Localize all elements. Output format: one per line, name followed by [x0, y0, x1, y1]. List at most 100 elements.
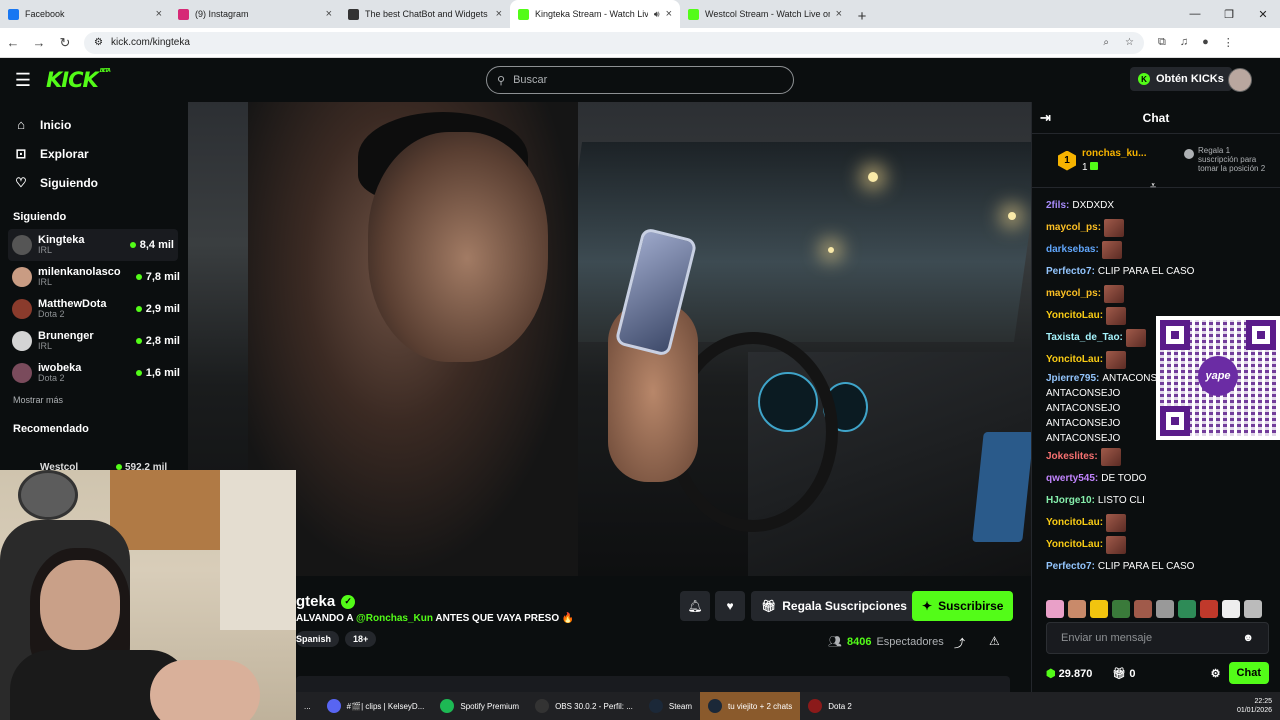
forward-icon[interactable]: → — [26, 35, 52, 50]
show-more-link[interactable]: Mostrar más — [0, 389, 188, 411]
top-gifter[interactable]: ronchas_ku... 1 — [1082, 147, 1146, 175]
hamburger-menu-icon[interactable]: ☰ — [0, 70, 46, 91]
taskbar-item[interactable]: Dota 2 — [800, 692, 860, 720]
follow-button[interactable]: ♥ — [715, 591, 745, 621]
quick-emote-icon[interactable] — [1134, 600, 1152, 618]
followed-channel[interactable]: Brunenger IRL 2,8 mil — [0, 325, 188, 357]
system-clock[interactable]: 22:25 01/01/2026 — [1237, 697, 1280, 715]
browser-tab[interactable]: Westcol Stream - Watch Live on × — [680, 0, 850, 28]
back-icon[interactable]: ← — [0, 35, 26, 50]
chat-username[interactable]: Jokeslites: — [1046, 452, 1098, 462]
chat-username[interactable]: maycol_ps: — [1046, 223, 1101, 233]
chat-username[interactable]: maycol_ps: — [1046, 289, 1101, 299]
quick-emote-icon[interactable] — [1222, 600, 1240, 618]
cabinet — [110, 470, 220, 550]
audio-playing-icon[interactable]: 🔊︎ — [654, 9, 660, 20]
chat-username[interactable]: YoncitoLau: — [1046, 355, 1103, 365]
chat-username[interactable]: Taxista_de_Tao: — [1046, 333, 1123, 343]
taskbar-item[interactable]: Spotify Premium — [432, 692, 527, 720]
gifts-display[interactable]: 🎁︎ 0 — [1112, 667, 1135, 680]
sidebar-nav-inicio[interactable]: ⌂ Inicio — [0, 110, 188, 139]
chat-username[interactable]: Perfecto7: — [1046, 562, 1095, 572]
quick-emote-icon[interactable] — [1090, 600, 1108, 618]
followed-channel[interactable]: MatthewDota Dota 2 2,9 mil — [0, 293, 188, 325]
chat-username[interactable]: YoncitoLau: — [1046, 540, 1103, 550]
chat-username[interactable]: HJorge10: — [1046, 496, 1095, 506]
chat-username[interactable]: Jpierre795: — [1046, 373, 1099, 384]
notifications-button[interactable]: 🔔︎ — [680, 591, 710, 621]
gift-position-hint[interactable]: Regala 1 suscripción para tomar la posic… — [1184, 146, 1270, 173]
get-kicks-button[interactable]: K Obtén KICKs — [1130, 67, 1232, 91]
chat-username[interactable]: Perfecto7: — [1046, 267, 1095, 277]
report-icon[interactable]: ⚠ — [989, 634, 1000, 648]
taskbar-item[interactable]: OBS 30.0.2 - Perfil: ... — [527, 692, 641, 720]
taskbar-item[interactable]: tu viejito + 2 chats — [700, 692, 801, 720]
zoom-icon[interactable]: ⌕ — [1103, 37, 1109, 48]
quick-emote-icon[interactable] — [1200, 600, 1218, 618]
taskbar-item[interactable]: Steam — [641, 692, 700, 720]
chat-username[interactable]: YoncitoLau: — [1046, 311, 1103, 321]
browser-tab[interactable]: Facebook × — [0, 0, 170, 28]
quick-emote-icon[interactable] — [1046, 600, 1064, 618]
quick-emote-icon[interactable] — [1112, 600, 1130, 618]
quick-emote-icon[interactable] — [1068, 600, 1086, 618]
followed-channel[interactable]: milenkanolasco IRL 7,8 mil — [0, 261, 188, 293]
stream-title-mention[interactable]: @Ronchas_Kun — [356, 613, 433, 624]
search-input[interactable]: ⚲ Buscar — [486, 66, 794, 94]
send-chat-button[interactable]: Chat — [1228, 662, 1269, 684]
gift-subs-button[interactable]: 🎁︎ Regala Suscripciones — [751, 591, 917, 621]
subscribe-button[interactable]: ✦ Suscribirse — [912, 591, 1014, 621]
user-avatar[interactable] — [1228, 68, 1252, 92]
menu-icon[interactable]: ⋮ — [1223, 36, 1234, 49]
taskbar-app-icon — [708, 699, 722, 713]
tag-mature[interactable]: 18+ — [345, 631, 377, 647]
chat-settings-icon[interactable]: ⚙ — [1211, 667, 1221, 680]
chat-username[interactable]: YoncitoLau: — [1046, 518, 1103, 528]
taskbar-item[interactable]: #🎬| clips | KelseyD... — [319, 692, 433, 720]
quick-emote-icon[interactable] — [1156, 600, 1174, 618]
profile-icon[interactable]: ● — [1202, 36, 1209, 49]
followed-channel[interactable]: Kingteka IRL 8,4 mil — [8, 229, 178, 261]
close-tab-icon[interactable]: × — [836, 8, 842, 20]
site-info-icon[interactable]: ⚙ — [94, 37, 103, 48]
minimize-icon[interactable]: — — [1178, 0, 1212, 28]
media-icon[interactable]: ♫ — [1180, 36, 1188, 49]
maximize-icon[interactable]: ❐ — [1212, 0, 1246, 28]
close-tab-icon[interactable]: × — [326, 8, 332, 20]
extensions-icon[interactable]: ⧉ — [1158, 36, 1166, 49]
chat-username[interactable]: 2fils: — [1046, 201, 1069, 211]
new-tab-button[interactable]: + — [850, 4, 874, 28]
chat-message-input[interactable]: Enviar un mensaje ☻ — [1046, 622, 1269, 654]
sidebar-nav-siguiendo[interactable]: ♡ Siguiendo — [0, 168, 188, 197]
browser-tab[interactable]: (9) Instagram × — [170, 0, 340, 28]
bookmark-star-icon[interactable]: ☆ — [1125, 37, 1134, 48]
taskbar-app-icon — [808, 699, 823, 713]
followed-channel[interactable]: iwobeka Dota 2 1,6 mil — [0, 357, 188, 389]
close-tab-icon[interactable]: × — [156, 8, 162, 20]
close-window-icon[interactable]: ✕ — [1246, 0, 1280, 28]
browser-tab[interactable]: The best ChatBot and Widgets × — [340, 0, 510, 28]
close-tab-icon[interactable]: × — [496, 8, 502, 20]
search-placeholder: Buscar — [513, 74, 548, 86]
close-tab-icon[interactable]: × — [666, 8, 672, 20]
points-display[interactable]: ⬢ 29.870 — [1046, 667, 1092, 680]
url-field[interactable]: ⚙ kick.com/kingteka ⌕ ☆ — [84, 31, 1144, 54]
sidebar-nav-explorar[interactable]: ⊡ Explorar — [0, 139, 188, 168]
emoji-picker-icon[interactable]: ☻ — [1242, 632, 1254, 644]
tag-language[interactable]: Spanish — [296, 631, 340, 647]
video-player[interactable] — [188, 102, 1031, 576]
expand-pinned-icon[interactable]: ⩡ — [1150, 180, 1156, 193]
quick-emote-icon[interactable] — [1178, 600, 1196, 618]
live-dot-icon — [129, 242, 136, 248]
channel-name[interactable]: gteka ✓ — [296, 593, 356, 610]
share-icon[interactable]: ⤴ — [954, 635, 965, 651]
kick-logo[interactable]: KICK BETA — [46, 68, 111, 92]
channel-viewers: 8,4 mil — [129, 239, 174, 251]
chat-username[interactable]: qwerty545: — [1046, 474, 1098, 484]
collapse-chat-icon[interactable]: ⇥ — [1040, 110, 1051, 126]
reload-icon[interactable]: ↻ — [52, 35, 78, 51]
browser-tab[interactable]: Kingteka Stream - Watch Live 🔊︎ × — [510, 0, 680, 28]
quick-emote-icon[interactable] — [1244, 600, 1262, 618]
taskbar-overflow[interactable]: ... — [296, 692, 319, 720]
chat-username[interactable]: darksebas: — [1046, 245, 1099, 255]
